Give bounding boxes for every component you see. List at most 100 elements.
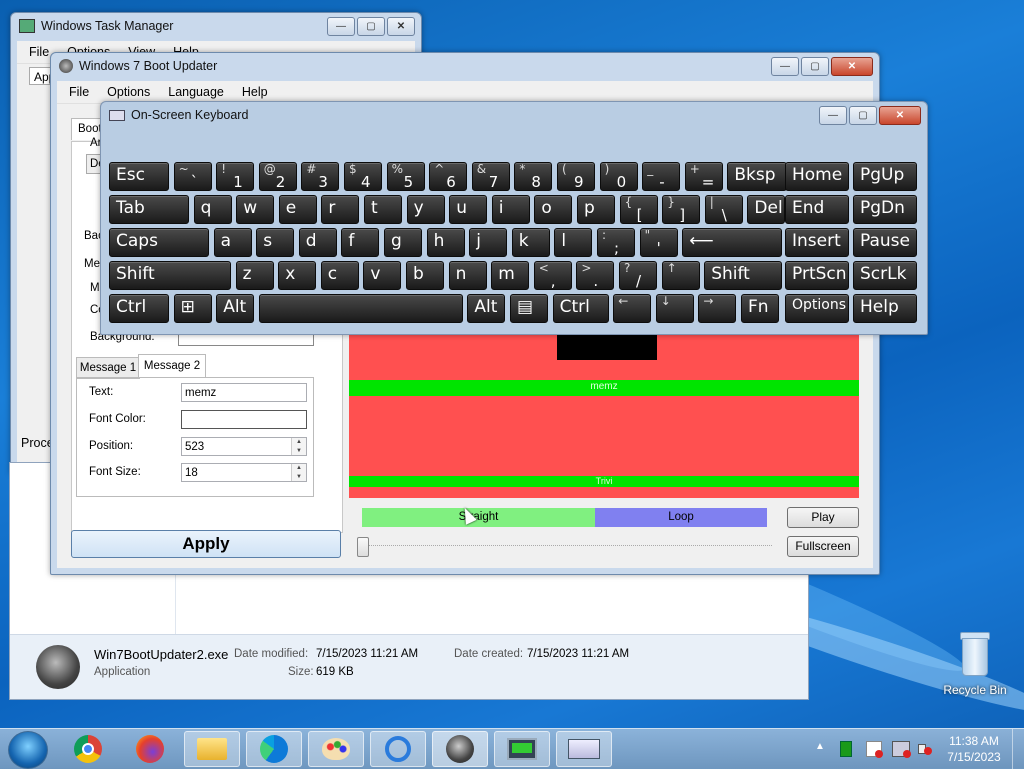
volume-icon[interactable] [918,741,932,755]
key-[interactable]: → [698,294,737,323]
key-t[interactable]: t [364,195,402,224]
key-z[interactable]: z [235,261,274,290]
key-8[interactable]: * 8 [514,162,553,191]
menu-options[interactable]: Options [99,84,160,100]
key-r[interactable]: r [321,195,360,224]
key-[interactable]: ~ ` [173,162,212,191]
task-manager-icon[interactable] [494,731,550,767]
minimize-button[interactable]: — [327,17,355,36]
maximize-button[interactable]: ▢ [849,106,877,125]
key-w[interactable]: w [236,195,275,224]
tab-message-2[interactable]: Message 2 [138,354,206,378]
key-k[interactable]: k [511,228,550,257]
key-q[interactable]: q [193,195,232,224]
key-3[interactable]: #3 [301,162,340,191]
chrome-icon[interactable] [60,731,116,767]
maximize-button[interactable]: ▢ [801,57,829,76]
key-caps[interactable]: Caps [109,228,209,257]
spin-down-icon[interactable]: ▼ [292,472,306,481]
key-1[interactable]: ! 1 [216,162,255,191]
key-[interactable]: :; [597,228,635,257]
key-alt[interactable]: Alt [216,294,255,323]
clock-time[interactable]: 11:38 AM [942,734,1006,748]
timeline-track[interactable] [362,545,772,547]
apply-button[interactable]: Apply [71,530,341,558]
key-[interactable]: " ' [639,228,678,257]
key-[interactable]: ? / [619,261,657,290]
minimize-button[interactable]: — [819,106,847,125]
file-explorer-icon[interactable] [184,731,240,767]
key-[interactable]: <, [533,261,572,290]
key-esc[interactable]: Esc [109,162,169,191]
menu-file[interactable]: File [61,84,99,100]
network-icon[interactable] [892,741,911,758]
key-4[interactable]: $4 [344,162,382,191]
key-h[interactable]: h [426,228,465,257]
key-y[interactable]: y [406,195,445,224]
key-v[interactable]: v [363,261,402,290]
key-0[interactable]: ) 0 [599,162,638,191]
fullscreen-button[interactable]: Fullscreen [787,536,859,557]
on-screen-keyboard-window[interactable]: On-Screen Keyboard — ▢ ✕ Esc ~ `! 1 @2 #3 $4% 5… [100,101,928,335]
key-ctrl[interactable]: Ctrl [552,294,609,323]
key-7[interactable]: & 7 [471,162,510,191]
key-[interactable]: ← [613,294,652,323]
tray-app-icon[interactable] [840,741,852,757]
key-o[interactable]: o [534,195,573,224]
key-u[interactable]: u [449,195,488,224]
show-desktop-button[interactable] [1012,729,1024,769]
key-c[interactable]: c [320,261,359,290]
edge-icon[interactable] [246,731,302,767]
paint-icon[interactable] [308,731,364,767]
key-pgup[interactable]: PgUp [853,162,917,191]
key-pgdn[interactable]: PgDn [853,195,917,224]
key-[interactable]: ⊞ [173,294,212,323]
key-del[interactable]: Del [747,195,786,224]
key-[interactable]: >. [576,261,615,290]
clock-date[interactable]: 7/15/2023 [942,750,1006,764]
key-n[interactable]: n [448,261,487,290]
loop-segment[interactable]: Loop [595,508,767,527]
key-scrlk[interactable]: ScrLk [853,261,917,290]
position-spinner[interactable]: 523 ▲ ▼ [181,437,307,456]
key-ctrl[interactable]: Ctrl [109,294,169,323]
key-pause[interactable]: Pause [853,228,917,257]
key-p[interactable]: p [577,195,615,224]
key-fn[interactable]: Fn [741,294,779,323]
spin-up-icon[interactable]: ▲ [292,464,306,473]
maximize-button[interactable]: ▢ [357,17,385,36]
key-a[interactable]: a [213,228,252,257]
key-g[interactable]: g [384,228,422,257]
key-l[interactable]: l [554,228,593,257]
key-f[interactable]: f [341,228,380,257]
key-help[interactable]: Help [853,294,917,323]
spin-down-icon[interactable]: ▼ [292,446,306,455]
start-orb-icon[interactable] [8,731,48,769]
minimize-button[interactable]: — [771,57,799,76]
key-[interactable]: ▤ [510,294,548,323]
key-end[interactable]: End [785,195,849,224]
tab-message-1[interactable]: Message 1 [76,357,140,379]
close-button[interactable]: ✕ [879,106,921,125]
key-5[interactable]: % 5 [386,162,425,191]
key-prtscn[interactable]: PrtScn [785,261,849,290]
message-text-input[interactable]: memz [181,383,307,402]
chrome-alt-icon[interactable] [370,731,426,767]
osk-icon[interactable] [556,731,612,767]
key-i[interactable]: i [491,195,530,224]
key-[interactable]: + = [684,162,723,191]
key-s[interactable]: s [256,228,295,257]
key-b[interactable]: b [406,261,444,290]
key-options[interactable]: Options [785,294,849,323]
key-2[interactable]: @2 [258,162,297,191]
key-space[interactable] [258,294,463,323]
key-bksp[interactable]: Bksp [727,162,788,191]
key-[interactable]: {[ [619,195,658,224]
spin-up-icon[interactable]: ▲ [292,438,306,447]
key-[interactable]: _ - [642,162,681,191]
menu-help[interactable]: Help [234,84,278,100]
font-size-spinner[interactable]: 18 ▲ ▼ [181,463,307,482]
close-button[interactable]: ✕ [831,57,873,76]
key-shift[interactable]: Shift [109,261,231,290]
key-[interactable]: | \ [704,195,743,224]
